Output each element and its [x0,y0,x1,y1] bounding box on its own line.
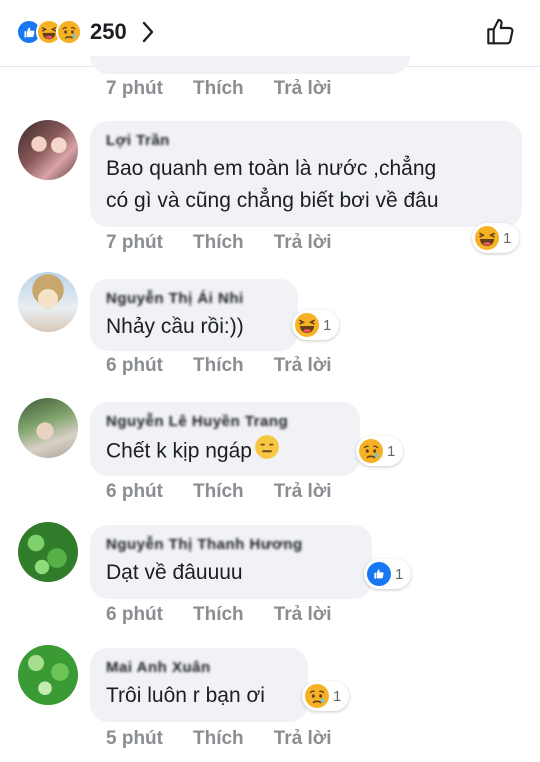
comment-time: 6 phút [106,355,163,376]
sad-icon [56,19,82,45]
reaction-count: 1 [503,229,512,247]
comment-like-button[interactable]: Thích [193,232,244,254]
comment-time: 7 phút [106,232,163,253]
comment-text: Chết k kịp ngáp [106,434,346,470]
comment-reply-button[interactable]: Trả lời [274,728,332,750]
comment-text: Dạt về đâuuuu [106,561,243,584]
reaction-count: 1 [323,316,332,334]
comment-like-button[interactable]: Thích [193,78,244,100]
comment-author[interactable]: Mai Anh Xuân [106,658,294,678]
comment-like-button[interactable]: Thích [193,481,244,503]
like-post-button[interactable] [484,15,518,49]
thumbs-up-icon [487,18,514,45]
comment-reaction-pill[interactable]: 1 [472,223,520,253]
comment-reaction-pill[interactable]: 1 [356,436,404,466]
neutral-face-icon [254,434,280,470]
comment-reply-button[interactable]: Trả lời [274,78,332,100]
comment-text-line: Bao quanh em toàn là nước ,chẳng [106,157,437,180]
avatar[interactable] [18,645,78,705]
haha-icon [295,313,319,337]
comment-actions: 5 phút Thích Trả lời [106,728,332,750]
comment-time: 7 phút [106,78,163,99]
chevron-right-icon[interactable] [141,20,155,44]
comment-like-button[interactable]: Thích [193,355,244,377]
comment-bubble: Nguyễn Lê Huyền Trang Chết k kịp ngáp [90,402,360,476]
comment-time: 6 phút [106,481,163,502]
like-icon [367,562,391,586]
avatar[interactable] [18,398,78,458]
comment-text: Trôi luôn r bạn ơi [106,684,265,707]
reaction-count: 1 [395,565,404,583]
sad-icon [305,684,329,708]
comment-bubble: Lợi Trần Bao quanh em toàn là nước ,chẳn… [90,121,522,227]
reaction-count: 1 [333,687,342,705]
avatar[interactable] [18,120,78,180]
comment-bubble: Nguyễn Thị Thanh Hương Dạt về đâuuuu [90,525,372,599]
reaction-count: 250 [90,19,127,44]
comment-text: Nhảy cầu rồi:)) [106,315,244,338]
comment-actions: 7 phút Thích Trả lời [106,78,332,100]
haha-icon [475,226,499,250]
comment-reply-button[interactable]: Trả lời [274,232,332,254]
reaction-count: 1 [387,442,396,460]
comment-bubble: Nguyễn Thị Ái Nhi Nhảy cầu rồi:)) [90,279,298,351]
comment-actions: 6 phút Thích Trả lời [106,355,332,377]
comment-reply-button[interactable]: Trả lời [274,604,332,626]
previous-comment-bubble [90,56,410,74]
avatar[interactable] [18,272,78,332]
comment-reaction-pill[interactable]: 1 [364,559,412,589]
comment-reply-button[interactable]: Trả lời [274,481,332,503]
comment-actions: 6 phút Thích Trả lời [106,481,332,503]
comment-bubble: Mai Anh Xuân Trôi luôn r bạn ơi [90,648,308,722]
comment-actions: 6 phút Thích Trả lời [106,604,332,626]
reactions-summary[interactable]: 250 [16,16,155,48]
comment-author[interactable]: Nguyễn Thị Thanh Hương [106,535,358,555]
sad-icon [359,439,383,463]
comment-like-button[interactable]: Thích [193,728,244,750]
comment-author[interactable]: Nguyễn Thị Ái Nhi [106,289,284,309]
comment-text-content: Chết k kịp ngáp [106,439,252,463]
comment-time: 6 phút [106,604,163,625]
comment-like-button[interactable]: Thích [193,604,244,626]
comment-reaction-pill[interactable]: 1 [292,310,340,340]
comment-actions: 7 phút Thích Trả lời [106,232,332,254]
comment-text-line: có gì và cũng chẳng biết bơi về đâu [106,189,439,212]
comment-reaction-pill[interactable]: 1 [302,681,350,711]
avatar[interactable] [18,522,78,582]
comment-time: 5 phút [106,728,163,749]
comment-author[interactable]: Nguyễn Lê Huyền Trang [106,412,346,432]
comment-author[interactable]: Lợi Trần [106,131,508,151]
comment-reply-button[interactable]: Trả lời [274,355,332,377]
